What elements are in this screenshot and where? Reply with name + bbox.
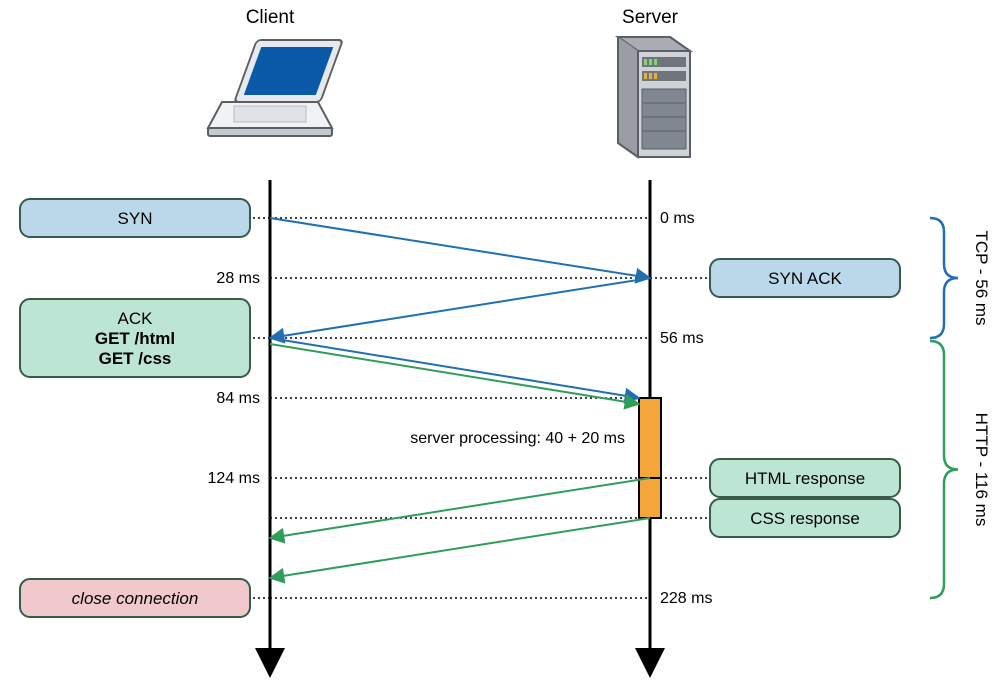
event-label: CSS response [750, 509, 860, 528]
laptop-icon [208, 40, 343, 136]
message-arrow [270, 338, 639, 398]
bracket [930, 218, 958, 338]
message-arrow [270, 278, 650, 338]
event-label: GET /css [99, 349, 172, 368]
event-label: ACK [118, 309, 154, 328]
message-arrow [270, 478, 650, 538]
time-label: 228 ms [660, 590, 712, 607]
message-arrow [270, 218, 650, 278]
bracket-label: HTTP - 116 ms [972, 413, 991, 527]
event-label: GET /html [95, 329, 175, 348]
event-label: close connection [72, 589, 199, 608]
message-arrow [270, 518, 650, 578]
bracket-label: TCP - 56 ms [972, 230, 991, 325]
time-label: 124 ms [208, 470, 260, 487]
client-heading: Client [246, 7, 295, 28]
server-processing-bar [639, 398, 661, 518]
server-icon [618, 37, 690, 157]
server-processing-label: server processing: 40 + 20 ms [410, 430, 625, 447]
event-label: SYN ACK [768, 269, 842, 288]
event-label: HTML response [745, 469, 865, 488]
bracket [930, 341, 958, 598]
message-arrow [270, 344, 639, 404]
time-label: 56 ms [660, 330, 704, 347]
event-label: SYN [118, 209, 153, 228]
time-label: 0 ms [660, 210, 695, 227]
time-label: 28 ms [216, 270, 260, 287]
server-heading: Server [622, 7, 679, 28]
time-label: 84 ms [216, 390, 260, 407]
